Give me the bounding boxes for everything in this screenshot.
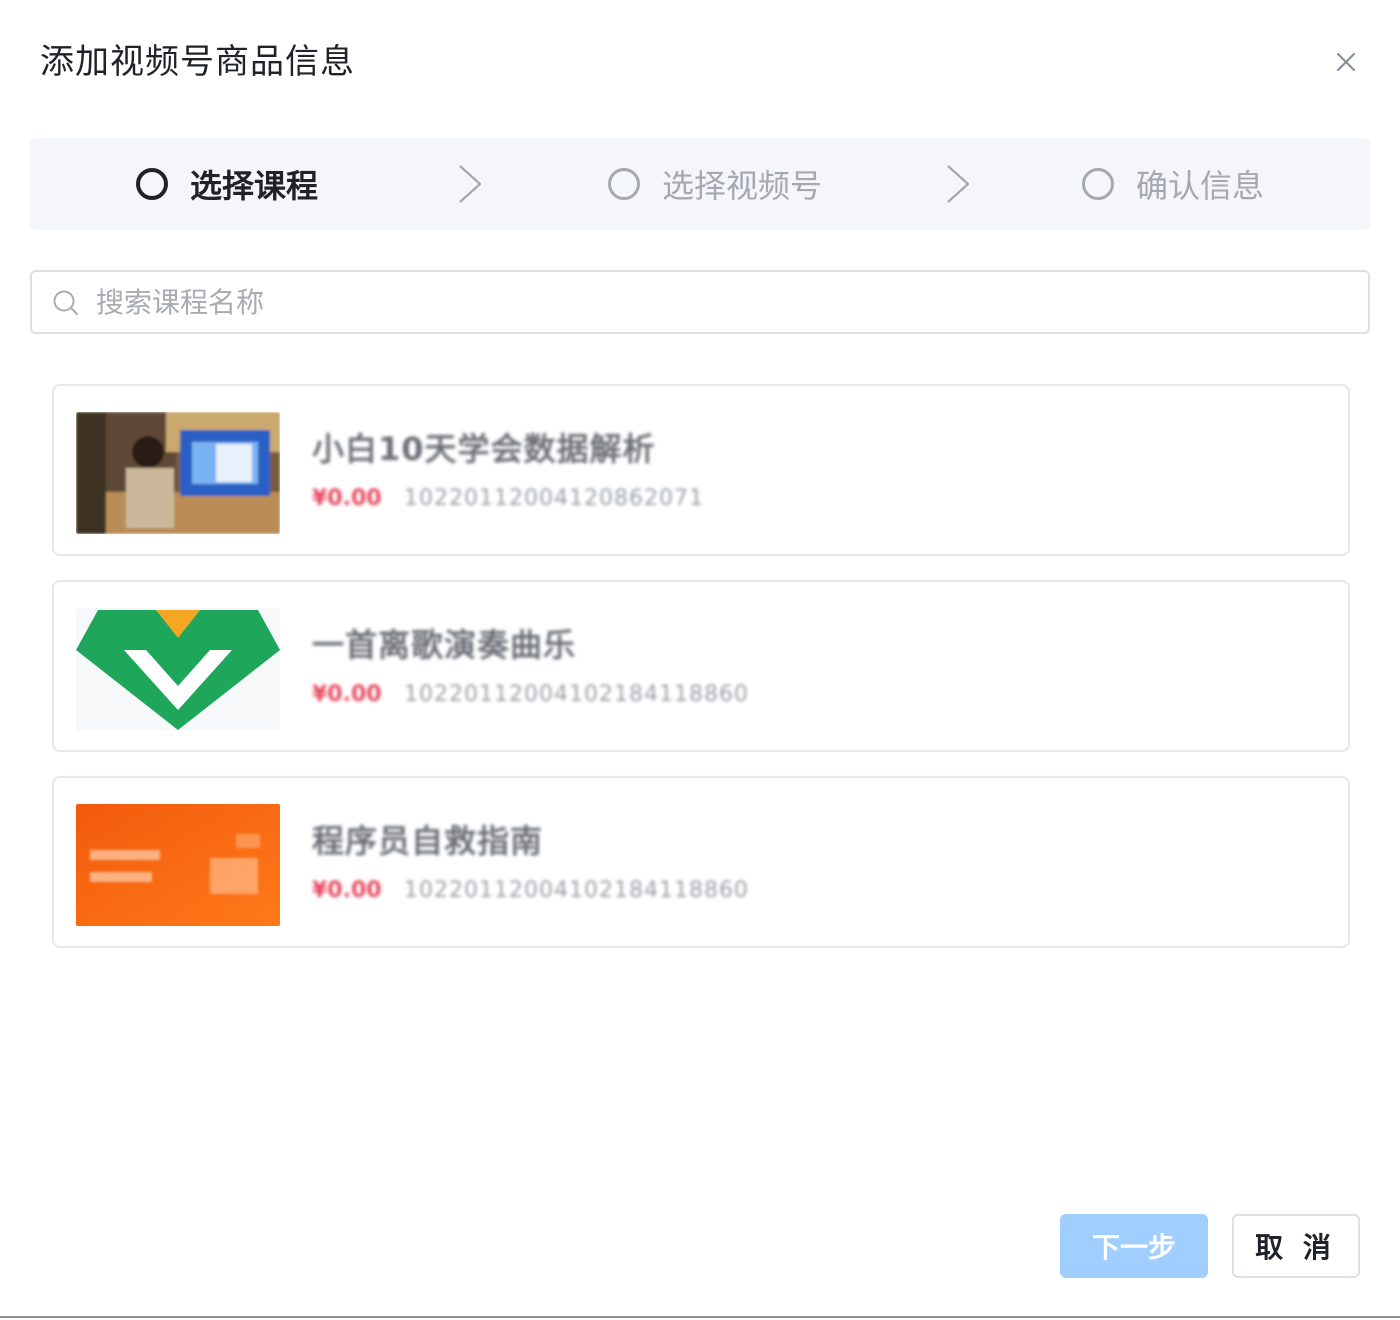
dialog-title: 添加视频号商品信息	[40, 42, 355, 82]
course-price: ¥0.00	[312, 878, 382, 903]
course-id: 10220112004120862071	[404, 486, 704, 511]
step-select-channel: 选择视频号	[608, 138, 822, 230]
course-item[interactable]: 程序员自救指南 ¥0.00 10220112004102184118860	[52, 776, 1350, 948]
course-name: 小白10天学会数据解析	[312, 430, 656, 468]
step-circle-icon	[136, 168, 168, 200]
search-icon	[52, 289, 80, 317]
course-id: 10220112004102184118860	[404, 682, 749, 707]
step-label: 选择视频号	[662, 167, 823, 205]
course-price: ¥0.00	[312, 486, 382, 511]
steps-bar: 选择课程 选择视频号 确认信息	[30, 138, 1370, 230]
step-circle-icon	[608, 168, 640, 200]
step-label: 选择课程	[190, 167, 319, 205]
course-thumbnail	[76, 608, 280, 730]
course-name: 一首离歌演奏曲乐	[312, 626, 577, 664]
step-select-course: 选择课程	[136, 138, 318, 230]
course-id: 10220112004102184118860	[404, 878, 749, 903]
search-input[interactable]	[96, 278, 1346, 326]
course-item[interactable]: 小白10天学会数据解析 ¥0.00 10220112004120862071	[52, 384, 1350, 556]
step-confirm-info: 确认信息	[1082, 138, 1264, 230]
step-circle-icon	[1082, 168, 1114, 200]
search-box	[30, 270, 1370, 334]
course-thumbnail	[76, 804, 280, 926]
cancel-button[interactable]: 取 消	[1232, 1214, 1360, 1278]
course-name: 程序员自救指南	[312, 822, 544, 860]
close-icon[interactable]	[1330, 46, 1362, 78]
chevron-right-icon	[944, 162, 972, 206]
next-step-button[interactable]: 下一步	[1060, 1214, 1208, 1278]
course-thumbnail	[76, 412, 280, 534]
course-item[interactable]: 一首离歌演奏曲乐 ¥0.00 10220112004102184118860	[52, 580, 1350, 752]
add-channel-product-dialog: 添加视频号商品信息 选择课程 选择视频号 确认信息 搜索课程名称 小白10天学会…	[0, 0, 1400, 1318]
step-label: 确认信息	[1136, 167, 1265, 205]
chevron-right-icon	[456, 162, 484, 206]
course-price: ¥0.00	[312, 682, 382, 707]
